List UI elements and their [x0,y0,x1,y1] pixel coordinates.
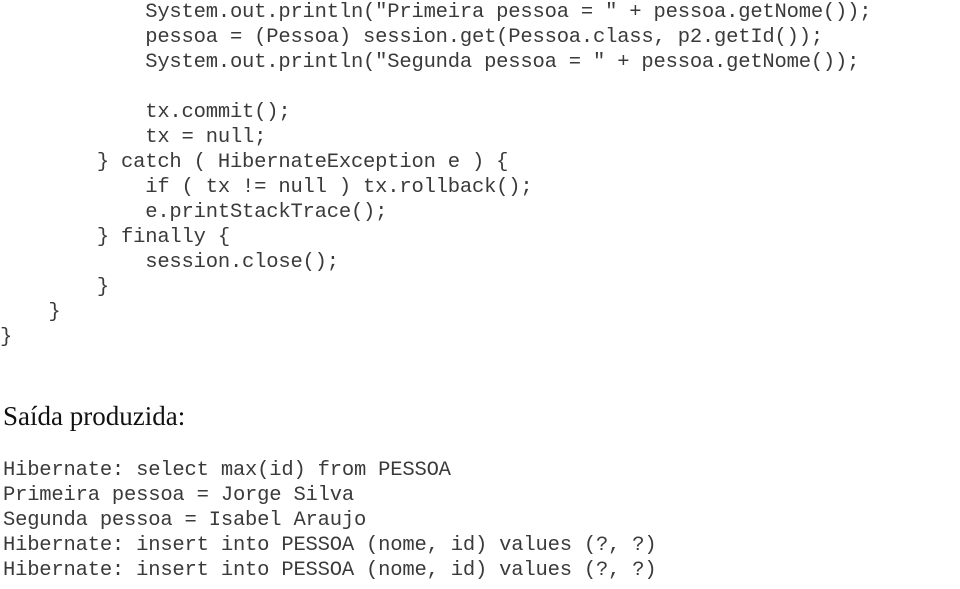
code-line: tx = null; [0,126,267,149]
output-line: Primeira pessoa = Jorge Silva [3,484,354,507]
code-line: e.printStackTrace(); [0,201,388,224]
output-line: Hibernate: select max(id) from PESSOA [3,459,451,482]
java-code-block: System.out.println("Primeira pessoa = " … [0,0,960,350]
output-line: Hibernate: insert into PESSOA (nome, id)… [3,559,657,582]
code-line: pessoa = (Pessoa) session.get(Pessoa.cla… [0,26,823,49]
output-line: Segunda pessoa = Isabel Araujo [3,509,367,532]
console-output-block: Hibernate: select max(id) from PESSOA Pr… [3,458,903,583]
section-heading-saida-produzida: Saída produzida: [3,401,186,431]
code-line: } [0,301,61,324]
document-page: System.out.println("Primeira pessoa = " … [0,0,960,589]
code-line: } [0,276,109,299]
code-line: System.out.println("Segunda pessoa = " +… [0,51,860,74]
code-line: if ( tx != null ) tx.rollback(); [0,176,533,199]
code-line: System.out.println("Primeira pessoa = " … [0,1,872,24]
code-line: } finally { [0,226,230,249]
output-line: Hibernate: insert into PESSOA (nome, id)… [3,534,657,557]
code-line: session.close(); [0,251,339,274]
code-line: } catch ( HibernateException e ) { [0,151,509,174]
code-line: tx.commit(); [0,101,291,124]
code-line: } [0,326,13,349]
